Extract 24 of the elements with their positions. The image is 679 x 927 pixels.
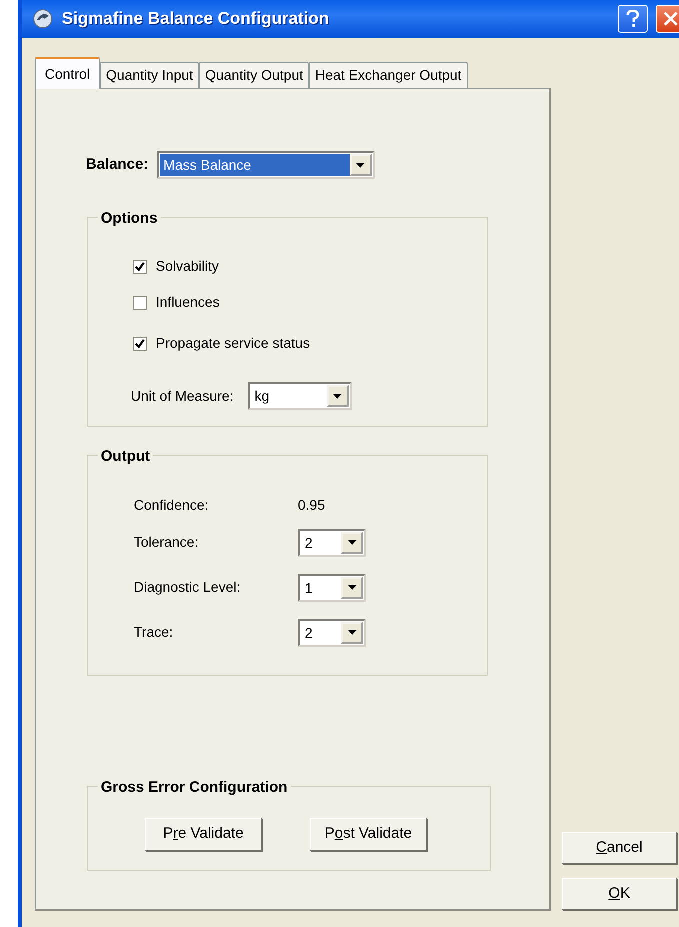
field-value: 0.95 <box>298 496 326 514</box>
tab[interactable]: Heat Exchanger Output <box>309 62 468 88</box>
tab[interactable]: Quantity Output <box>199 62 310 88</box>
dropdown[interactable]: 2 <box>298 528 366 556</box>
checkbox-label: Influences <box>156 293 220 312</box>
validate-button[interactable]: Pre Validate <box>145 818 262 851</box>
cancel-button[interactable]: Cancel <box>562 832 677 864</box>
dropdown[interactable]: Mass Balance <box>156 151 375 179</box>
field-label: Confidence: <box>134 496 210 514</box>
validate-button[interactable]: Post Validate <box>310 818 427 851</box>
tab[interactable]: Quantity Input <box>100 62 200 88</box>
dropdown[interactable]: 2 <box>298 618 366 646</box>
dropdown[interactable]: kg <box>248 382 352 410</box>
checkbox-label: Propagate service status <box>156 334 310 353</box>
tab[interactable]: Control <box>35 57 100 89</box>
field-label: Trace: <box>134 623 174 642</box>
checkbox-label: Solvability <box>156 257 220 276</box>
field-label: Unit of Measure: <box>131 386 234 406</box>
dropdown[interactable]: 1 <box>298 574 366 602</box>
field-label: Tolerance: <box>134 533 200 552</box>
field-label: Balance: <box>86 154 149 175</box>
ok-button[interactable]: OK <box>562 878 677 910</box>
window-title: Sigmafine Balance Configuration <box>62 8 330 30</box>
field-label: Diagnostic Level: <box>134 578 242 597</box>
